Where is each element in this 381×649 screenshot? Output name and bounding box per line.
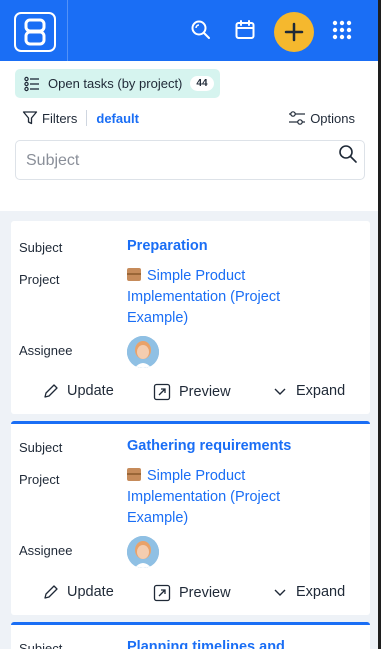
search-icon[interactable] bbox=[189, 18, 213, 42]
task-project-name: Simple Product Implementation (Project E… bbox=[127, 468, 281, 526]
task-list: Subject Preparation Project Simple Produ… bbox=[0, 211, 378, 649]
avatar[interactable] bbox=[127, 536, 159, 568]
card-actions: Update Preview Expand bbox=[11, 383, 370, 407]
update-label: Update bbox=[67, 383, 114, 399]
package-icon bbox=[127, 268, 141, 281]
plus-icon bbox=[284, 22, 304, 42]
expand-label: Expand bbox=[296, 584, 346, 600]
pencil-icon bbox=[44, 384, 58, 398]
filter-default-link[interactable]: default bbox=[96, 111, 139, 126]
project-label: Project bbox=[19, 472, 60, 487]
subject-label: Subject bbox=[19, 240, 63, 255]
chevron-down-icon bbox=[274, 388, 286, 395]
preview-label: Preview bbox=[179, 384, 231, 400]
task-project-name: Simple Product Implementation (Project E… bbox=[127, 268, 281, 326]
subject-label: Subject bbox=[19, 641, 63, 649]
expand-button[interactable]: Expand bbox=[272, 383, 345, 399]
task-card: Subject Preparation Project Simple Produ… bbox=[11, 221, 370, 414]
list-icon bbox=[24, 76, 39, 91]
logo-divider bbox=[67, 0, 68, 61]
filters-divider bbox=[86, 110, 88, 126]
options-label: Options bbox=[310, 110, 355, 126]
search-icon[interactable] bbox=[338, 144, 358, 164]
pencil-icon bbox=[44, 585, 58, 599]
options-icon bbox=[289, 111, 306, 125]
view-selector[interactable]: Open tasks (by project) 44 bbox=[15, 69, 220, 98]
package-icon bbox=[127, 468, 141, 481]
card-actions: Update Preview Expand bbox=[11, 584, 370, 608]
filters-button[interactable]: Filters bbox=[42, 111, 77, 126]
assignee-label: Assignee bbox=[19, 543, 73, 558]
top-bar bbox=[0, 0, 378, 61]
project-label: Project bbox=[19, 272, 60, 287]
add-button[interactable] bbox=[274, 12, 314, 52]
expand-label: Expand bbox=[296, 383, 346, 399]
preview-label: Preview bbox=[179, 585, 231, 601]
app-frame: Open tasks (by project) 44 Filters defau… bbox=[0, 0, 381, 649]
task-project-link[interactable]: Simple Product Implementation (Project E… bbox=[127, 266, 327, 329]
filters-bar: Filters default bbox=[22, 110, 139, 126]
app-logo-icon[interactable] bbox=[14, 12, 56, 52]
subject-label: Subject bbox=[19, 440, 63, 455]
options-button[interactable]: Options bbox=[288, 110, 355, 126]
filter-icon[interactable] bbox=[22, 110, 38, 126]
preview-icon bbox=[153, 584, 171, 602]
expand-button[interactable]: Expand bbox=[272, 584, 345, 600]
preview-button[interactable]: Preview bbox=[153, 584, 231, 602]
update-button[interactable]: Update bbox=[43, 383, 114, 399]
task-card: Subject Planning timelines and bbox=[11, 622, 370, 649]
apps-grid-icon[interactable] bbox=[330, 18, 354, 42]
avatar[interactable] bbox=[127, 336, 159, 368]
task-project-link[interactable]: Simple Product Implementation (Project E… bbox=[127, 466, 327, 529]
task-subject-link[interactable]: Preparation bbox=[127, 238, 208, 254]
view-title: Open tasks (by project) bbox=[48, 76, 183, 91]
update-label: Update bbox=[67, 584, 114, 600]
calendar-icon[interactable] bbox=[233, 18, 257, 42]
task-subject-link[interactable]: Gathering requirements bbox=[127, 438, 291, 454]
update-button[interactable]: Update bbox=[43, 584, 114, 600]
assignee-label: Assignee bbox=[19, 343, 73, 358]
task-count-badge: 44 bbox=[190, 76, 214, 91]
search-box bbox=[15, 140, 365, 180]
task-subject-link[interactable]: Planning timelines and bbox=[127, 639, 285, 649]
subject-search-input[interactable] bbox=[26, 150, 326, 172]
preview-button[interactable]: Preview bbox=[153, 383, 231, 401]
chevron-down-icon bbox=[274, 589, 286, 596]
task-card: Subject Gathering requirements Project S… bbox=[11, 421, 370, 615]
preview-icon bbox=[153, 383, 171, 401]
